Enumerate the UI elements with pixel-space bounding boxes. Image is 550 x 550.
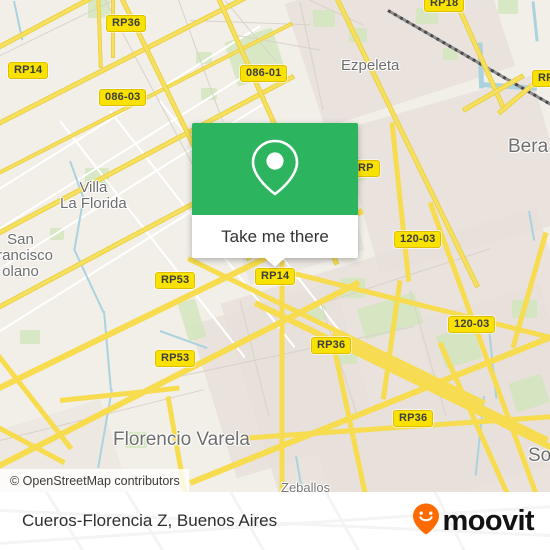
road-shield: RP [532, 70, 550, 87]
road-shield: RP36 [393, 410, 434, 427]
moovit-logo[interactable]: moovit [411, 502, 535, 541]
popup-tail [265, 258, 285, 267]
osm-attribution[interactable]: © OpenStreetMap contributors [0, 469, 189, 492]
place-label-line: San [7, 231, 34, 248]
stream [103, 310, 112, 391]
moovit-pin-smiley-icon [411, 502, 441, 541]
place-label-line: Bera [508, 136, 549, 157]
stream [531, 1, 539, 42]
map-pin-icon [247, 136, 303, 203]
road-shield: RP36 [311, 337, 352, 354]
take-me-there-label: Take me there [221, 226, 329, 246]
landuse-green [20, 330, 40, 344]
road-shield: RP53 [155, 350, 196, 367]
popup-icon-area [192, 123, 358, 215]
place-label-line: Francisco [0, 247, 54, 265]
destination-popup[interactable]: Take me there [192, 123, 358, 267]
road-shield: RP14 [8, 62, 49, 79]
moovit-wordmark: moovit [442, 504, 535, 537]
road-shield: RP53 [155, 272, 196, 289]
landuse-green [313, 10, 335, 27]
place-label-line: Florencio Varela [113, 429, 250, 450]
footer-bar: Cueros-Florencia Z, Buenos Aires moovit [0, 492, 550, 550]
place-label: Bera [508, 136, 549, 158]
place-label-line: La Florida [60, 195, 127, 213]
place-title: Cueros-Florencia Z, Buenos Aires [22, 511, 278, 530]
place-label-line: Villa [79, 179, 108, 196]
place-label: Zeballos [281, 480, 331, 492]
road-shield: RP36 [106, 15, 147, 32]
place-label-line: Ezpeleta [341, 57, 400, 74]
place-label: Florencio Varela [113, 429, 250, 451]
road-shield: RP18 [424, 0, 465, 12]
place-label: Villa La Florida [60, 179, 127, 213]
place-label: Ezpeleta [341, 57, 400, 74]
place-label: Sou [528, 445, 550, 467]
road-shield: 120-03 [448, 316, 496, 333]
place-label-line: Sou [528, 445, 550, 466]
road-shield: RP14 [255, 268, 296, 285]
place-label: San Francisco olano [0, 231, 54, 281]
place-label-line: olano [2, 263, 39, 281]
road-shield: 086-01 [240, 65, 288, 82]
place-label-line: Zeballos [281, 480, 331, 492]
osm-attribution-text: © OpenStreetMap contributors [10, 473, 180, 488]
road-shield: 120-03 [394, 231, 442, 248]
map-viewport[interactable]: Ezpeleta Bera Villa La Florida San Franc… [0, 0, 550, 492]
road-major [279, 260, 285, 492]
landuse-green [498, 0, 518, 14]
map-screen: Ezpeleta Bera Villa La Florida San Franc… [0, 0, 550, 550]
take-me-there-button[interactable]: Take me there [192, 215, 358, 258]
road-shield: 086-03 [99, 89, 147, 106]
